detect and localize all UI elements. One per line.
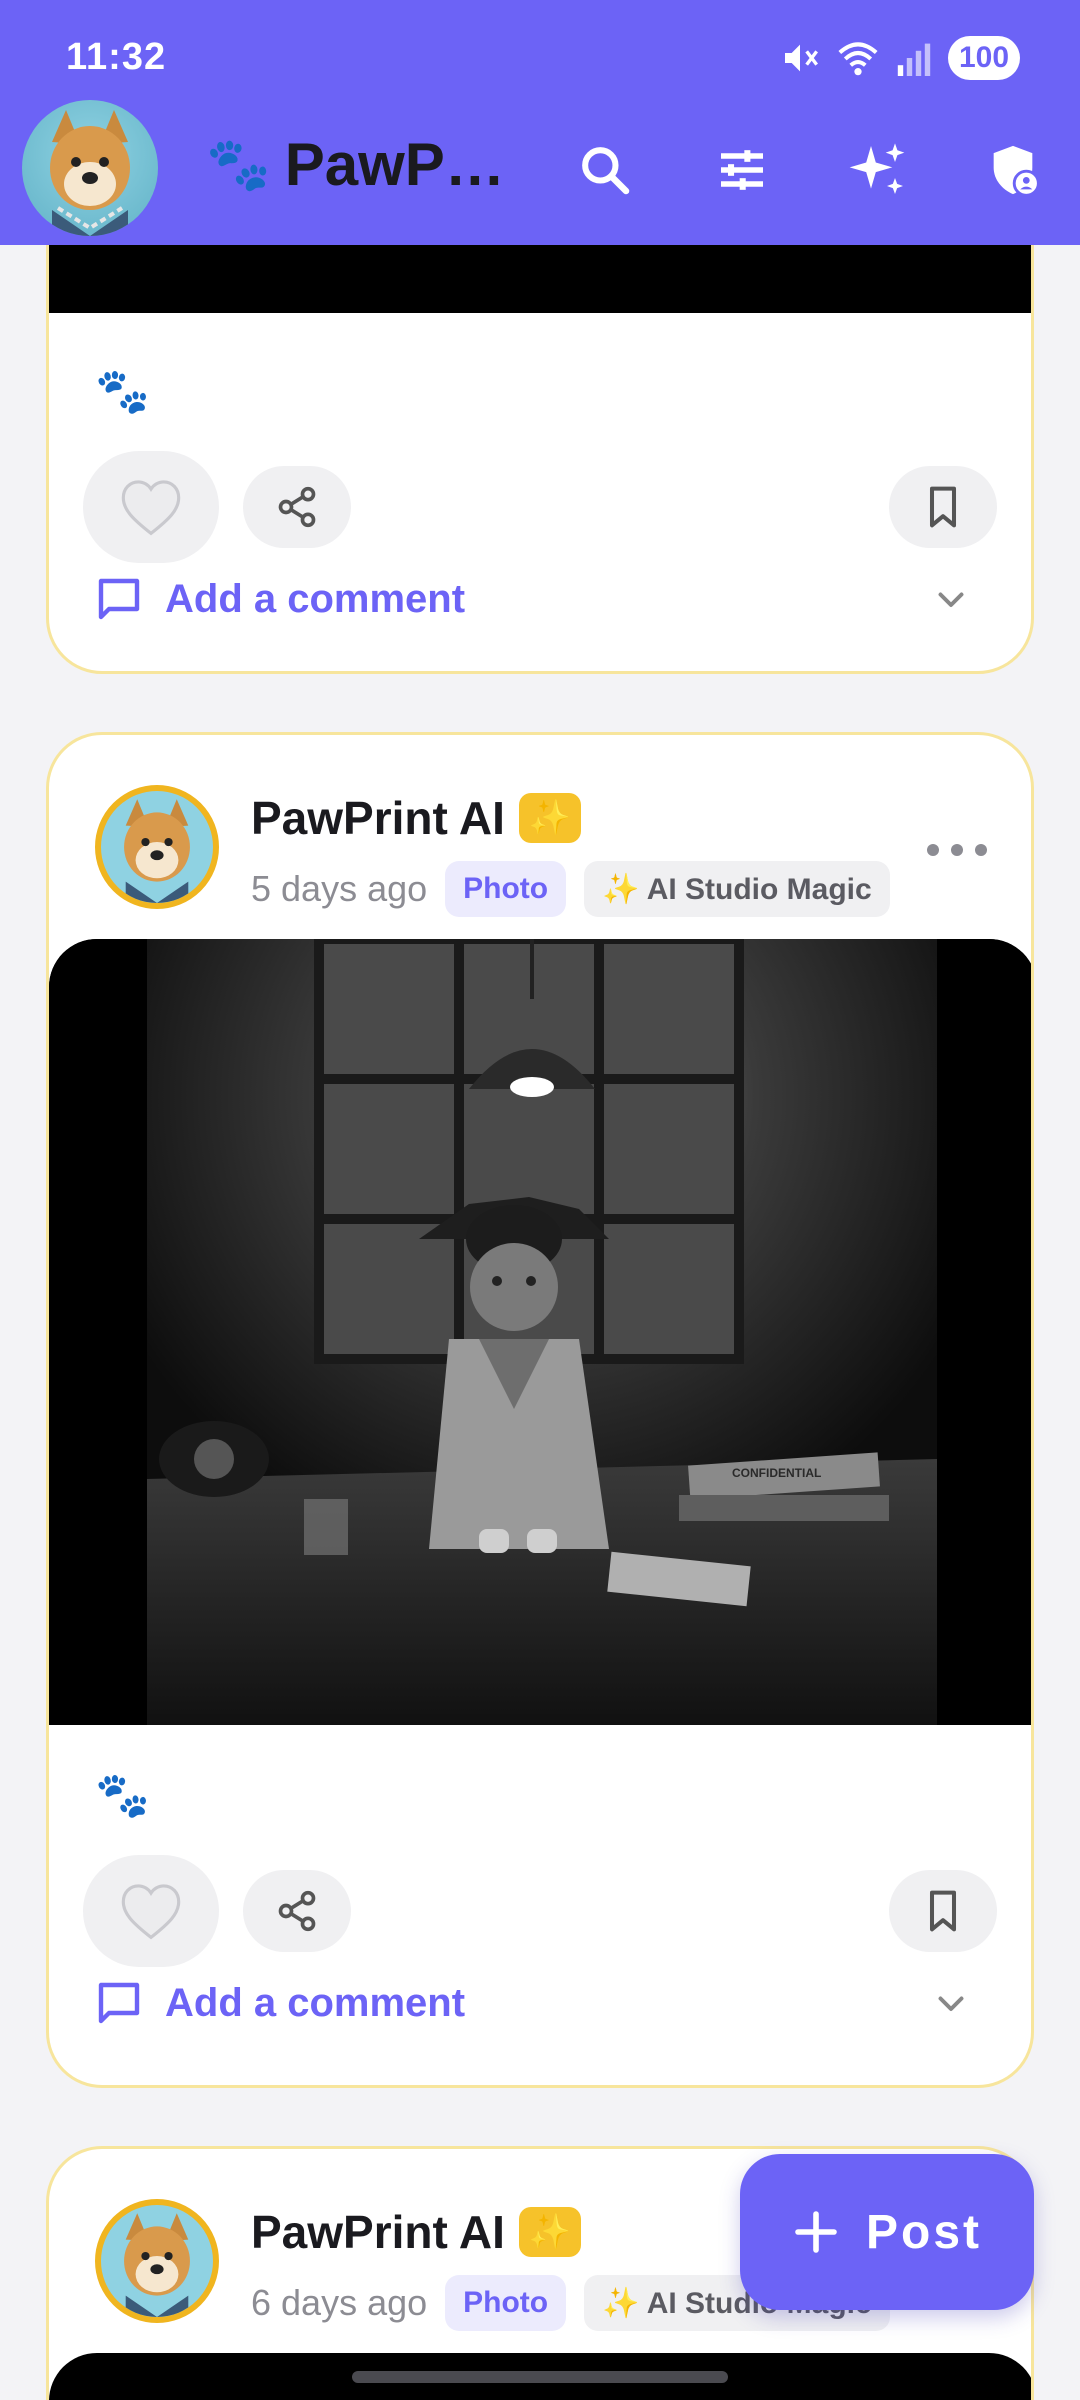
dog-avatar-image bbox=[124, 799, 190, 903]
app-bar: 11:32 100 🐾 PawP… bbox=[0, 0, 1080, 245]
share-icon bbox=[278, 486, 316, 528]
filters-icon bbox=[721, 150, 763, 190]
status-bar: 11:32 100 bbox=[0, 0, 1080, 100]
ai-studio-chip: ✨ AI Studio Magic bbox=[584, 861, 890, 917]
dog-avatar-image bbox=[124, 2213, 190, 2317]
paw-icon: 🐾 bbox=[206, 136, 271, 194]
dot bbox=[951, 844, 963, 856]
battery-indicator: 100 bbox=[948, 36, 1020, 80]
author-avatar[interactable] bbox=[95, 2199, 219, 2323]
author-name[interactable]: PawPrint AI ✨ bbox=[251, 791, 581, 845]
signal-icon bbox=[897, 43, 931, 76]
post-caption: 🐾 bbox=[95, 1771, 150, 1820]
photo-chip: Photo bbox=[445, 861, 567, 917]
post-card: 🐾 Add a comment bbox=[46, 180, 1034, 674]
new-post-label: Post bbox=[865, 2205, 982, 2259]
add-comment-label: Add a comment bbox=[165, 1980, 466, 2025]
more-options-button[interactable] bbox=[927, 835, 987, 865]
app-title: 🐾 PawP… bbox=[206, 130, 505, 199]
feed-screen: 11:32 100 🐾 PawP… 🐾 Add a comment PawPri… bbox=[0, 0, 1080, 2400]
filters-button[interactable] bbox=[697, 125, 787, 215]
app-title-text: PawP… bbox=[284, 131, 505, 198]
dot bbox=[975, 844, 987, 856]
ai-badge: ✨ bbox=[518, 793, 581, 843]
post-meta: 5 days ago Photo ✨ AI Studio Magic bbox=[251, 861, 890, 917]
search-button[interactable] bbox=[560, 125, 650, 215]
add-comment-row[interactable]: Add a comment bbox=[95, 1973, 997, 2033]
post-time: 5 days ago bbox=[251, 868, 428, 909]
chevron-down-icon[interactable] bbox=[933, 581, 969, 617]
wifi-icon bbox=[838, 42, 878, 76]
detective-cat-photo: CONFIDENTIAL bbox=[49, 939, 1031, 1725]
heart-icon bbox=[121, 1884, 181, 1940]
author-name-text: PawPrint AI bbox=[251, 792, 505, 844]
mute-icon bbox=[785, 44, 818, 72]
author-name-text: PawPrint AI bbox=[251, 2206, 505, 2258]
heart-icon bbox=[121, 480, 181, 536]
post-header: PawPrint AI ✨ 5 days ago Photo ✨ AI Stud… bbox=[49, 735, 1031, 935]
chevron-down-icon[interactable] bbox=[933, 1985, 969, 2021]
new-post-button[interactable]: Post bbox=[740, 2154, 1034, 2310]
plus-icon bbox=[795, 2211, 837, 2253]
ai-badge: ✨ bbox=[518, 2207, 581, 2257]
like-button[interactable] bbox=[83, 1855, 219, 1967]
post-image[interactable]: CONFIDENTIAL bbox=[49, 939, 1031, 1725]
comment-icon bbox=[98, 578, 140, 620]
sparkle-icon bbox=[849, 143, 905, 194]
confidential-label: CONFIDENTIAL bbox=[732, 1466, 821, 1480]
dot bbox=[927, 844, 939, 856]
search-icon bbox=[582, 147, 630, 195]
photo-chip: Photo bbox=[445, 2275, 567, 2331]
post-card: PawPrint AI ✨ 5 days ago Photo ✨ AI Stud… bbox=[46, 732, 1034, 2088]
comment-icon bbox=[98, 1982, 140, 2024]
bookmark-icon bbox=[929, 1890, 957, 1932]
post-caption: 🐾 bbox=[95, 367, 150, 416]
bookmark-icon bbox=[929, 486, 957, 528]
author-name[interactable]: PawPrint AI ✨ bbox=[251, 2205, 581, 2259]
ai-studio-button[interactable] bbox=[834, 125, 924, 215]
home-indicator[interactable] bbox=[352, 2371, 728, 2383]
like-button[interactable] bbox=[83, 451, 219, 563]
shield-user-icon bbox=[993, 145, 1040, 197]
profile-avatar[interactable] bbox=[22, 100, 158, 236]
status-time: 11:32 bbox=[66, 36, 167, 78]
bookmark-button[interactable] bbox=[889, 1870, 997, 1952]
share-icon bbox=[278, 1890, 316, 1932]
add-comment-row[interactable]: Add a comment bbox=[95, 569, 997, 629]
bookmark-button[interactable] bbox=[889, 466, 997, 548]
privacy-button[interactable] bbox=[968, 125, 1058, 215]
dog-avatar-image bbox=[50, 110, 130, 236]
share-button[interactable] bbox=[243, 466, 351, 548]
share-button[interactable] bbox=[243, 1870, 351, 1952]
add-comment-label: Add a comment bbox=[165, 576, 466, 621]
status-icons: 100 bbox=[780, 36, 1020, 80]
post-time: 6 days ago bbox=[251, 2282, 428, 2323]
author-avatar[interactable] bbox=[95, 785, 219, 909]
